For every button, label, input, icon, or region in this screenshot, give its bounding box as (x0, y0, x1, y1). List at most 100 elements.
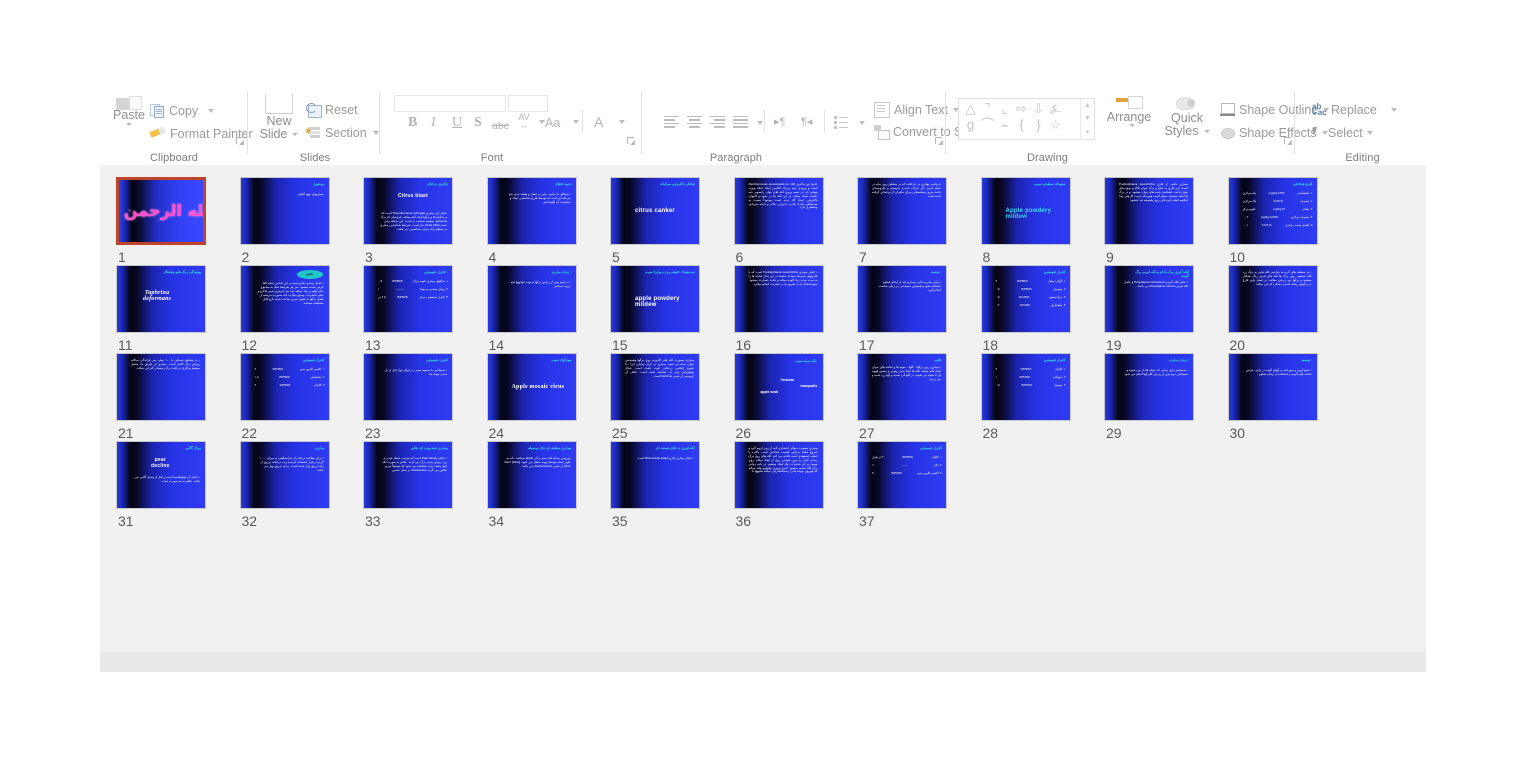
slide-cell[interactable]: زمان مبارزه : • سمپاشي اول زماني كه جوانه… (1104, 353, 1228, 441)
change-case-button[interactable]: Aa (545, 115, 560, 131)
section-button[interactable]: ✱ Section (305, 126, 379, 140)
slide-cell[interactable]: خرچامي بهاتري در حركتات كه در مناطق روي … (857, 177, 981, 265)
align-left-button[interactable] (664, 116, 679, 128)
slide-thumbnail-22[interactable]: كنترل شيميايي ۱. اكسي كلرور مس WP35% ۳ ۲. سا… (239, 353, 330, 421)
gallery-scroll-down-icon[interactable]: ▼ (1081, 112, 1094, 125)
left-brace-shape-icon[interactable]: { (1013, 117, 1030, 132)
slide-cell[interactable]: زوال گلابي pear decline • عامل آن فيتوپلاسم… (116, 441, 240, 529)
slide-thumbnail-12[interactable]: دانش • عامل بيماري قارچ بوده بر اين اساس … (239, 265, 330, 333)
slide-thumbnail-9[interactable]: بيماري ناشي از قارچ Podosphaera leucotri… (1104, 177, 1194, 245)
slide-thumbnail-23[interactable]: كنترل شيميايي • سمپاشي با سموم مسي در اوا… (363, 353, 453, 421)
ltr-text-direction-button[interactable]: ▸¶ (774, 117, 785, 128)
chevron-down-icon[interactable] (1203, 130, 1210, 133)
slide-cell[interactable]: بيماري سندروزه اي نخلي • عامل Pear decay … (363, 441, 487, 529)
slide-thumbnail-31[interactable]: زوال گلابي pear decline • عامل آن فيتوپلاسم… (116, 441, 206, 509)
align-text-button[interactable]: Align Text (874, 102, 959, 118)
slide-cell[interactable]: پيچيدگي برگ هلو وشفتال Taphrina deformans 1… (116, 265, 240, 353)
slide-cell[interactable]: كنترل شيميايي ۱. كاپتان WP50% ۳ ۲. دينوكاپ WP… (980, 353, 1105, 441)
replace-button[interactable]: ab ↳ac Replace (1311, 103, 1397, 117)
chevron-down-icon[interactable] (573, 120, 579, 124)
quick-styles-button[interactable]: Quick Styles (1160, 96, 1214, 138)
slide-thumbnail-28[interactable]: كنترل شيميايي ۱. كاپتان WP50% ۳ ۲. دينوكاپ WP… (980, 353, 1071, 421)
reset-button[interactable]: Reset (306, 103, 358, 118)
arc-shape-icon[interactable]: ⌒ (979, 117, 996, 132)
elbow-connector-icon[interactable]: ⌝ (979, 101, 996, 116)
slide-cell[interactable]: كنترل شيميايي : ۱. سالهاي بيماري کوده مرك… (363, 265, 487, 353)
folded-corner-shape-icon[interactable]: ⍼ (1047, 101, 1064, 116)
slide-thumbnail-27[interactable]: علايم • بيماري روي برگها ، گلها ، ميوه ها… (857, 353, 947, 421)
copy-button[interactable]: Copy (150, 103, 215, 118)
slide-cell[interactable]: كنترل شيميايي ۱. کاپتان WP50% ۳ در هزار ۲. د… (857, 441, 981, 529)
slide-cell[interactable]: سفيدك سطحي سيب Apple powdery mildew 8 (980, 177, 1105, 265)
slide-cell[interactable]: بيماري بصورت ديوالي انتشاري لايه از روي … (733, 441, 858, 529)
slide-thumbnail-26[interactable]: لكه سياه سيب Venturia inaequalis apple scab (733, 353, 824, 421)
slide-cell[interactable]: قارچ شناختي ۱. اختصاصي mg/kg 0.5% ماه مركزي… (1227, 177, 1352, 265)
text-shadow-button[interactable]: S (474, 115, 482, 131)
slide-cell[interactable]: كنترل شيميايي ۱. اكسي كلرور مس WP35% ۳ ۲. سا… (239, 353, 364, 441)
slide-thumbnail-16[interactable]: • عامل بيماري Podosphaera leucotricha اس… (733, 265, 824, 333)
strikethrough-button[interactable]: abc (492, 118, 509, 134)
slide-thumbnail-13[interactable]: كنترل شيميايي : ۱. سالهاي بيماري کوده مرك… (363, 265, 453, 333)
shapes-row-2[interactable]: ɡ ⌒ ⌢ { } ☆ (959, 116, 1094, 132)
align-right-button[interactable] (710, 116, 725, 128)
slide-thumbnail-7[interactable]: خرچامي بهاتري در حركتات كه در مناطق روي … (857, 177, 947, 245)
slide-thumbnail-34[interactable]: بيماري منطقه اي نخل بوسيله ويروس رسانه لك… (486, 441, 577, 509)
slide-cell[interactable]: موزائيك سيب Apple mosaic virus 24 (486, 353, 611, 441)
slide-cell[interactable]: • در منطقه هاي گرم به چنارمي لكه هايي به… (1227, 265, 1352, 353)
chevron-down-icon[interactable] (208, 108, 215, 113)
shapes-gallery[interactable]: △ ⌝ ⌞ ⇨ ⇩ ⍼ ɡ ⌒ ⌢ { } ☆ ▲ ▼ ▾ (958, 98, 1095, 140)
font-color-button[interactable]: A (594, 114, 603, 130)
slide-thumbnail-37[interactable]: كنترل شيميايي ۱. کاپتان WP50% ۳ در هزار ۲. د… (857, 441, 947, 509)
slide-thumbnail-36[interactable]: بيماري بصورت ديوالي انتشاري لايه از روي … (733, 441, 824, 509)
font-dialog-launcher[interactable] (627, 137, 636, 146)
paste-button[interactable]: Paste (108, 96, 150, 126)
down-arrow-shape-icon[interactable]: ⇩ (1030, 101, 1047, 116)
slide-thumbnail-8[interactable]: سفيدك سطحي سيب Apple powdery mildew (980, 177, 1071, 245)
gallery-scroll-up-icon[interactable]: ▲ (1081, 99, 1094, 112)
slide-cell[interactable]: لكه سياه سيب Venturia inaequalis apple scab… (733, 353, 858, 441)
chevron-down-icon[interactable] (619, 120, 625, 124)
new-slide-button[interactable]: New Slide (256, 94, 302, 141)
slide-cell[interactable]: توصيه : • براي مبارزه با اين بيماري بايد … (857, 265, 981, 353)
gallery-expand-icon[interactable]: ▾ (1081, 126, 1094, 139)
slide-cell[interactable]: • عامل بيماري Podosphaera leucotricha اس… (733, 265, 858, 353)
select-button[interactable]: Select (1311, 126, 1373, 140)
slide-cell[interactable]: توصيه : • جمع آوري و سوزاندن برگهاي آلوده… (1227, 353, 1352, 441)
slide-cell[interactable]: بيماري بصورت لكه هاي كلروزه روي برگها وه… (610, 353, 734, 441)
font-family-box[interactable] (394, 95, 506, 112)
slide-thumbnail-33[interactable]: بيماري سندروزه اي نخلي • عامل Pear decay … (363, 441, 453, 509)
curve-shape-icon[interactable]: ⌢ (996, 117, 1013, 132)
paragraph-dialog-launcher[interactable] (935, 137, 944, 146)
shapes-gallery-scroll[interactable]: ▲ ▼ ▾ (1080, 99, 1094, 139)
justify-button[interactable] (733, 116, 748, 128)
slide-cell[interactable]: نحوه انتقال • سيكلي با تركيب براو ٍ در فص… (486, 177, 611, 265)
chevron-down-icon[interactable] (126, 123, 132, 126)
bold-button[interactable]: B (408, 115, 417, 131)
star-shape-icon[interactable]: ☆ (1047, 117, 1064, 132)
slide-thumbnail-32[interactable]: مبارزه • براي معالجه درختان از تتراسيكلين… (239, 441, 330, 509)
slide-cell[interactable]: موضوع بيماريهاي مهم گياهي 2 (239, 177, 364, 265)
slide-cell[interactable]: كنترل شيميايي ۱. گوگرد وتابل WP80% ۳ ۲. بينو… (980, 265, 1105, 353)
slide-cell[interactable]: دانش • عامل بيماري قارچ بوده بر اين اساس … (239, 265, 364, 353)
slide-thumbnail-21[interactable]: • در مناطق شمالي با ۱۰۰ ميلي متر باراندگ… (116, 353, 206, 421)
slide-cell[interactable]: بيماري منطقه اي نخل بوسيله ويروس رسانه لك… (486, 441, 611, 529)
slide-cell[interactable]: لكه آجري برگ بادام و لكه قرمز برگ گوجه • … (1104, 265, 1228, 353)
chevron-down-icon[interactable] (372, 131, 379, 135)
slide-cell[interactable]: علايم • بيماري روي برگها ، گلها ، ميوه ها… (857, 353, 981, 441)
slide-thumbnail-17[interactable]: توصيه : • براي مبارزه با اين بيماري بايد … (857, 265, 947, 333)
freeform-shape-icon[interactable]: ɡ (962, 117, 979, 132)
slide-thumbnail-19[interactable]: لكه آجري برگ بادام و لكه قرمز برگ گوجه • … (1104, 265, 1194, 333)
slide-thumbnail-15[interactable]: ســـفيدك حقيقـــرى ـــوارزا سيب apple pow… (610, 265, 700, 333)
slide-thumbnail-3[interactable]: باكتري درختان Citrus blast عامل اين بيماري… (363, 177, 453, 245)
columns-button[interactable] (834, 116, 848, 129)
slide-cell[interactable]: باكتري درختان Citrus blast عامل اين بيماري… (363, 177, 487, 265)
slide-thumbnail-2[interactable]: موضوع بيماريهاي مهم گياهي (239, 177, 330, 245)
slide-thumbnail-18[interactable]: كنترل شيميايي ۱. گوگرد وتابل WP80% ۳ ۲. بينو… (980, 265, 1071, 333)
rtl-text-direction-button[interactable]: ¶◂ (801, 117, 812, 128)
slide-thumbnail-24[interactable]: موزائيك سيب Apple mosaic virus (486, 353, 577, 421)
slide-cell[interactable]: كنترل شيميايي • سمپاشي با سموم مسي در اوا… (363, 353, 487, 441)
slide-thumbnail-25[interactable]: بيماري بصورت لكه هاي كلروزه روي برگها وه… (610, 353, 700, 421)
right-arrow-shape-icon[interactable]: ⇨ (1013, 101, 1030, 116)
slide-cell[interactable]: عامل اين باكتري Xanthomonas axonopodis p… (733, 177, 858, 265)
slide-thumbnail-5[interactable]: شانكر باكتريايي مرکبات citrus canker (610, 177, 700, 245)
